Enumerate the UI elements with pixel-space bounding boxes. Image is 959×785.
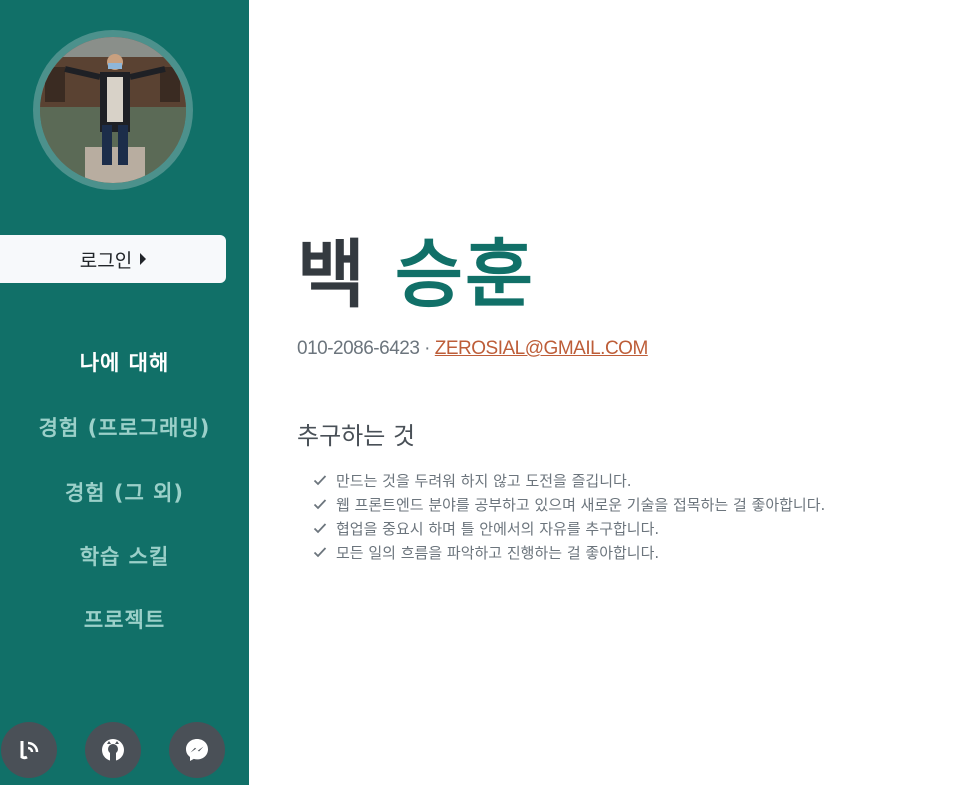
blog-link[interactable] xyxy=(1,722,57,778)
section-title: 추구하는 것 xyxy=(297,422,416,450)
nav-item-experience-other[interactable]: 경험 (그 외) xyxy=(0,477,249,507)
email-link[interactable]: ZEROSIAL@GMAIL.COM xyxy=(435,338,649,359)
blog-icon xyxy=(20,741,39,760)
list-item: 협업을 중요시 하며 틀 안에서의 자유를 추구합니다. xyxy=(313,516,825,540)
profile-photo xyxy=(40,37,186,183)
list-item: 모든 일의 흐름을 파악하고 진행하는 걸 좋아합니다. xyxy=(313,540,825,564)
list-item-text: 웹 프론트엔드 분야를 공부하고 있으며 새로운 기술을 접목하는 걸 좋아합니… xyxy=(336,495,826,514)
check-icon xyxy=(313,523,327,534)
phone-number: 010-2086-6423 xyxy=(297,338,420,359)
first-name: 백 xyxy=(297,232,368,318)
nav-item-about[interactable]: 나에 대해 xyxy=(0,347,249,377)
sidebar: 로그인 나에 대해 경험 (프로그래밍) 경험 (그 외) 학습 스킬 프로젝트 xyxy=(0,0,249,785)
list-item-text: 만드는 것을 두려워 하지 않고 도전을 즐깁니다. xyxy=(336,471,632,490)
profile-name: 백 승훈 xyxy=(297,238,535,312)
profile-avatar xyxy=(33,30,193,190)
nav-item-projects[interactable]: 프로젝트 xyxy=(0,604,249,634)
contact-separator: · xyxy=(424,338,430,359)
about-list: 만드는 것을 두려워 하지 않고 도전을 즐깁니다. 웹 프론트엔드 분야를 공… xyxy=(313,468,825,564)
list-item: 웹 프론트엔드 분야를 공부하고 있으며 새로운 기술을 접목하는 걸 좋아합니… xyxy=(313,492,825,516)
nav-item-experience-programming[interactable]: 경험 (프로그래밍) xyxy=(0,412,249,442)
login-label: 로그인 xyxy=(79,249,133,272)
github-link[interactable] xyxy=(85,722,141,778)
list-item: 만드는 것을 두려워 하지 않고 도전을 즐깁니다. xyxy=(313,468,825,492)
last-name: 승훈 xyxy=(394,232,536,318)
list-item-text: 협업을 중요시 하며 틀 안에서의 자유를 추구합니다. xyxy=(336,519,660,538)
github-icon xyxy=(102,739,124,761)
caret-right-icon xyxy=(140,253,147,265)
check-icon xyxy=(313,475,327,486)
messenger-link[interactable] xyxy=(169,722,225,778)
list-item-text: 모든 일의 흐름을 파악하고 진행하는 걸 좋아합니다. xyxy=(336,543,660,562)
contact-line: 010-2086-6423 · ZEROSIAL@GMAIL.COM xyxy=(297,338,648,360)
check-icon xyxy=(313,547,327,558)
messenger-icon xyxy=(186,739,208,761)
nav-item-skills[interactable]: 학습 스킬 xyxy=(0,541,249,571)
login-button[interactable]: 로그인 xyxy=(0,235,226,283)
check-icon xyxy=(313,499,327,510)
